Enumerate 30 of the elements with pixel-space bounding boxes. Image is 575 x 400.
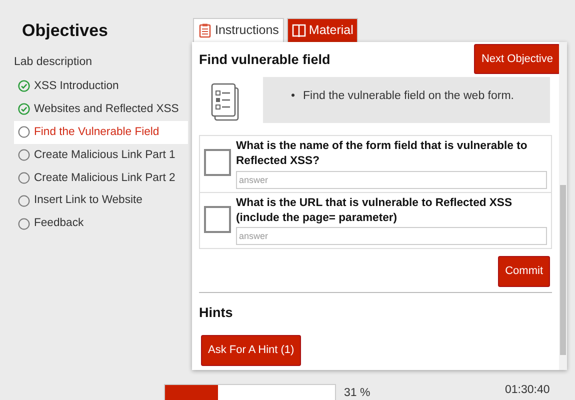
tab[interactable]: Instructions bbox=[193, 18, 284, 42]
next-objective-button[interactable]: Next Objective bbox=[474, 44, 559, 74]
progress-reading: 31 % bbox=[344, 386, 370, 400]
objective-item[interactable]: Create Malicious Link Part 1 bbox=[14, 144, 188, 166]
checklist-icon bbox=[211, 83, 241, 124]
scrollbar[interactable] bbox=[559, 42, 567, 370]
panel-title: Find vulnerable field bbox=[199, 50, 330, 69]
question-text: What is the name of the form field that is vulnerable to Reflected XSS? bbox=[236, 139, 528, 169]
hints-title: Hints bbox=[199, 304, 234, 322]
tab[interactable]: Material bbox=[286, 18, 358, 42]
question-checkbox[interactable] bbox=[204, 206, 231, 233]
objective-item[interactable]: XSS Introduction bbox=[14, 74, 188, 98]
timer: 01:30:40 bbox=[505, 383, 550, 398]
objective-item[interactable]: Find the Vulnerable Field bbox=[14, 120, 188, 144]
bullet-marker: • bbox=[291, 89, 296, 104]
question-text: What is the URL that is vulnerable to Reflected XSS (include the page= parameter) bbox=[236, 196, 513, 226]
answer-field[interactable]: answer bbox=[236, 170, 547, 189]
clipboard-icon bbox=[198, 22, 212, 38]
objective-item[interactable]: Insert Link to Website bbox=[14, 189, 188, 212]
commit-button[interactable]: Commit bbox=[498, 256, 550, 287]
ask-hint-button[interactable]: Ask For A Hint (1) bbox=[201, 335, 302, 366]
book-icon bbox=[292, 22, 306, 38]
sidebar-subtitle: Lab description bbox=[14, 54, 93, 70]
answer-field[interactable]: answer bbox=[236, 227, 547, 246]
objective-item[interactable]: Feedback bbox=[14, 212, 188, 236]
question-checkbox[interactable] bbox=[204, 149, 231, 176]
sidebar-title: Objectives bbox=[22, 20, 109, 42]
instruction-text: Find the vulnerable field on the web form. bbox=[303, 89, 514, 104]
objective-item[interactable]: Create Malicious Link Part 2 bbox=[14, 166, 188, 190]
objective-item[interactable]: Websites and Reflected XSS bbox=[14, 98, 188, 121]
